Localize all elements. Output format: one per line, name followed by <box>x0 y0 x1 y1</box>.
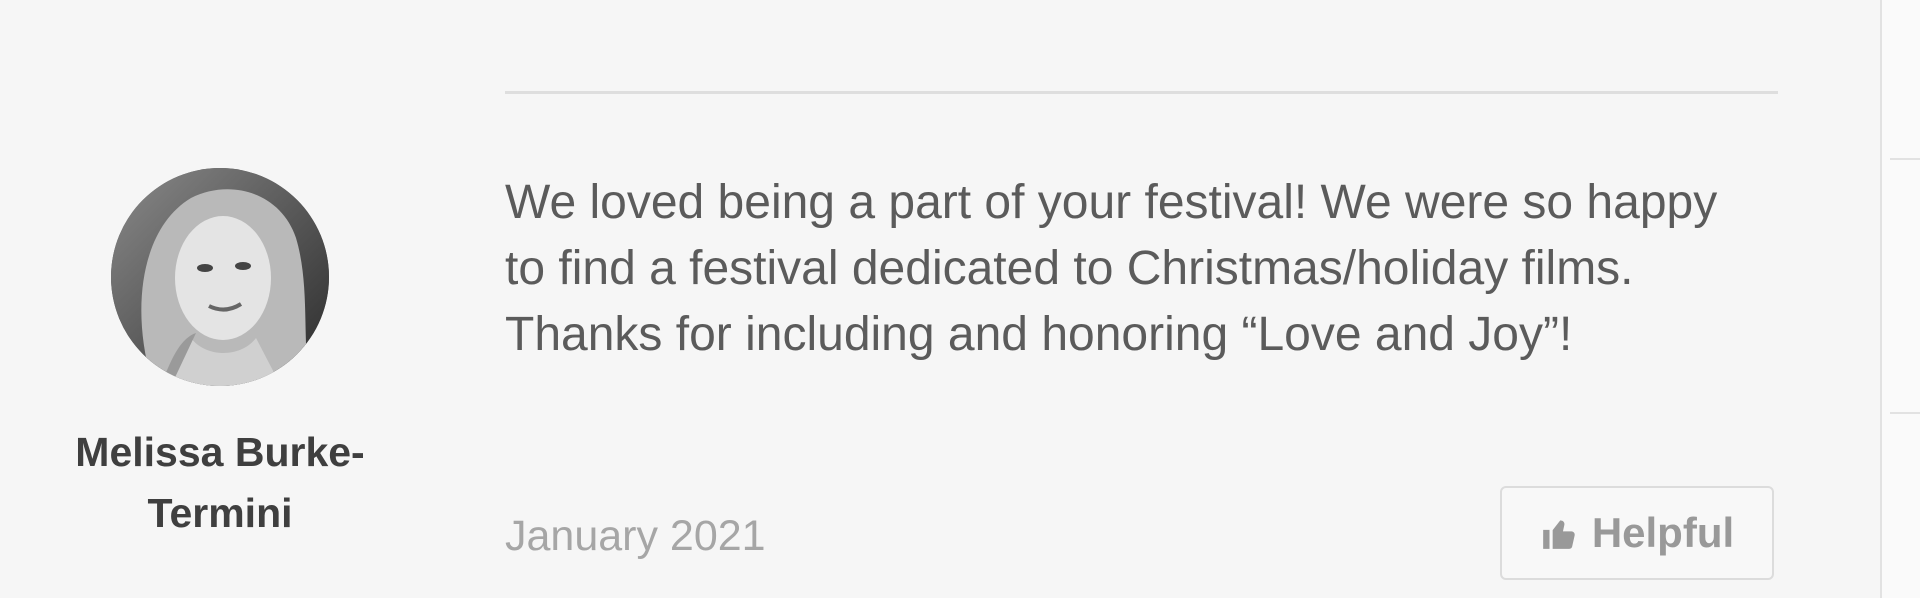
helpful-label: Helpful <box>1591 509 1735 556</box>
review-date: January 2021 <box>505 512 766 560</box>
thumbs-up-icon <box>1540 514 1578 552</box>
review-page: Melissa Burke-Termini We loved being a p… <box>0 0 1920 598</box>
helpful-button[interactable]: Helpful <box>1500 486 1774 580</box>
edge-divider <box>1890 412 1920 414</box>
edge-divider <box>1890 158 1920 160</box>
review-divider <box>505 91 1778 94</box>
reviewer-name: Melissa Burke-Termini <box>75 429 365 536</box>
avatar <box>111 168 329 386</box>
review-text: We loved being a part of your festival! … <box>505 176 1718 361</box>
reviewer-info: Melissa Burke-Termini <box>50 168 390 544</box>
right-edge-panel <box>1880 0 1920 598</box>
